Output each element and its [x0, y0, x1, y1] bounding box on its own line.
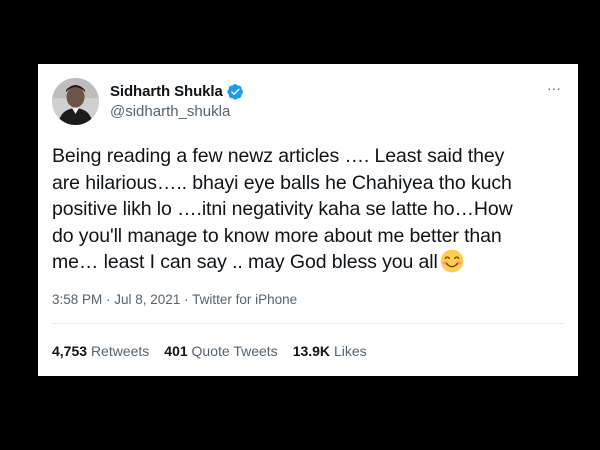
quote-tweets-stat[interactable]: 401 Quote Tweets [164, 343, 277, 359]
tweet-text-line: are hilarious….. bhayi eye balls he Chah… [52, 171, 512, 194]
author-handle[interactable]: @sidharth_shukla [110, 103, 244, 120]
tweet-stats: 4,753 Retweets 401 Quote Tweets 13.9K Li… [52, 343, 382, 359]
author-block: Sidharth Shukla @sidharth_shukla [110, 81, 244, 120]
tweet-card: Sidharth Shukla @sidharth_shukla ··· Bei… [38, 64, 578, 376]
more-options-icon[interactable]: ··· [544, 81, 564, 97]
avatar-photo [52, 78, 99, 125]
retweets-label: Retweets [90, 343, 150, 359]
tweet-timestamp-source[interactable]: 3:58 PM · Jul 8, 2021 · Twitter for iPho… [52, 292, 297, 307]
quote-tweets-count: 401 [164, 343, 188, 359]
smiling-face-emoji-icon [440, 249, 464, 273]
avatar[interactable] [52, 78, 99, 125]
verified-badge-icon [227, 83, 244, 100]
retweets-count: 4,753 [52, 343, 88, 359]
quote-tweets-label: Quote Tweets [191, 343, 278, 359]
tweet-header: Sidharth Shukla @sidharth_shukla ··· [52, 75, 566, 127]
likes-count: 13.9K [292, 343, 331, 359]
retweets-stat[interactable]: 4,753 Retweets [52, 343, 149, 359]
tweet-text-line: do you'll manage to know more about me b… [52, 224, 502, 247]
author-display-name[interactable]: Sidharth Shukla [110, 83, 223, 100]
tweet-text-line-last: me… least I can say .. may God bless you… [52, 249, 564, 276]
likes-label: Likes [333, 343, 367, 359]
tweet-text-line: Being reading a few newz articles …. Lea… [52, 145, 505, 167]
tweet-text-line: positive likh lo ….itni negativity kaha … [52, 198, 513, 220]
tweet-text: Being reading a few newz articles …. Lea… [52, 143, 564, 276]
divider [52, 323, 564, 324]
tweet-text-line: me… least I can say .. may God bless you… [52, 251, 438, 273]
likes-stat[interactable]: 13.9K Likes [293, 343, 367, 359]
